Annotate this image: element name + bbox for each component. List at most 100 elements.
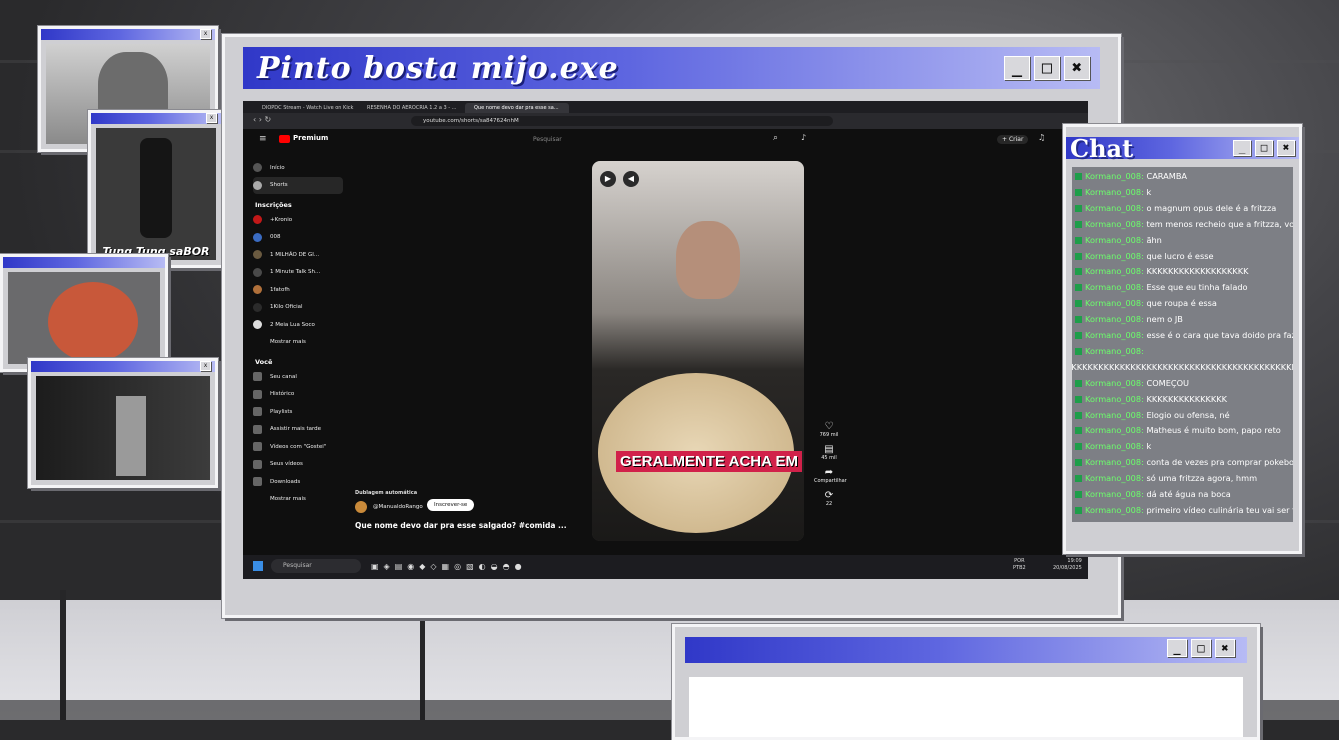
remix-icon[interactable]: ⟳	[814, 490, 844, 501]
browser-tab[interactable]: DIOPDC Stream - Watch Live on Kick	[253, 103, 357, 113]
subscription-item[interactable]: +Kronio	[253, 211, 343, 229]
chat-username[interactable]: Kormano_008:	[1085, 314, 1144, 324]
channel-name: 1Kilo Oficial	[270, 304, 303, 311]
play-icon[interactable]: ▶	[600, 171, 616, 187]
windows-start-icon[interactable]	[253, 561, 263, 571]
subscribe-button[interactable]: Inscrever-se	[427, 499, 475, 511]
share-icon[interactable]: ➦	[814, 467, 844, 478]
maximize-icon[interactable]: □	[1034, 56, 1060, 80]
cam-window-2[interactable]: x Tung Tung saBOR	[88, 110, 224, 268]
youtube-logo-text[interactable]: Premium	[293, 134, 328, 142]
you-label: Vídeos com "Gostei"	[270, 443, 327, 450]
back-icon[interactable]: ‹ › ↻	[253, 115, 271, 124]
subscription-item[interactable]: 008	[253, 229, 343, 247]
minimize-icon[interactable]: _	[1233, 140, 1251, 156]
channel-avatar	[253, 215, 262, 225]
chat-username[interactable]: Kormano_008:	[1085, 171, 1144, 181]
chat-username[interactable]: Kormano_008:	[1085, 330, 1144, 340]
chat-username[interactable]: Kormano_008:	[1085, 378, 1144, 388]
chat-text: esse é o cara que tava doido pra fazer l…	[1146, 330, 1293, 340]
taskbar-search[interactable]: Pesquisar	[271, 559, 361, 573]
you-item[interactable]: Histórico	[253, 386, 343, 404]
minimize-icon[interactable]: _	[1167, 639, 1187, 657]
chat-username[interactable]: Kormano_008:	[1085, 505, 1144, 515]
cam-window-3[interactable]	[0, 254, 168, 372]
chat-message: Kormano_008: só uma fritzza agora, hmm	[1075, 473, 1257, 483]
show-more-button[interactable]: Mostrar mais	[253, 334, 343, 352]
chat-username[interactable]: Kormano_008:	[1085, 187, 1144, 197]
volume-icon[interactable]: ◀	[623, 171, 639, 187]
nav-home[interactable]: Início	[253, 159, 343, 177]
titlebar[interactable]: Pinto bosta mijo.exe _ □ ✖	[243, 47, 1100, 89]
cam-window-4[interactable]: x	[28, 358, 218, 488]
search-icon[interactable]: ⌕	[773, 133, 778, 143]
chat-username[interactable]: Kormano_008:	[1085, 203, 1144, 213]
close-icon[interactable]: x	[206, 113, 217, 123]
address-bar[interactable]: youtube.com/shorts/sa847624nhM	[411, 116, 833, 126]
titlebar[interactable]	[31, 361, 215, 372]
close-icon[interactable]: ✖	[1277, 140, 1295, 156]
language-indicator[interactable]: POR PTB2	[1013, 558, 1026, 572]
you-header[interactable]: Você	[255, 358, 343, 366]
main-window[interactable]: Pinto bosta mijo.exe _ □ ✖ DIOPDC Stream…	[222, 34, 1121, 618]
chat-username[interactable]: Kormano_008:	[1085, 441, 1144, 451]
chat-username[interactable]: Kormano_008:	[1085, 298, 1144, 308]
browser-tab[interactable]: RESENHA DO AEROCRIA 1.2 a 3 - ...	[358, 103, 467, 113]
you-item[interactable]: Downloads	[253, 473, 343, 491]
chat-username[interactable]: Kormano_008:	[1085, 394, 1144, 404]
close-icon[interactable]: ✖	[1064, 56, 1090, 80]
search-input[interactable]: Pesquisar	[533, 136, 562, 143]
nav-shorts[interactable]: Shorts	[253, 176, 343, 194]
chat-username[interactable]: Kormano_008:	[1085, 251, 1144, 261]
chat-username[interactable]: Kormano_008:	[1085, 346, 1144, 356]
chat-window[interactable]: Chat _ □ ✖ Kormano_008: CARAMBA Kormano_0…	[1063, 124, 1302, 554]
close-icon[interactable]: ✖	[1215, 639, 1235, 657]
short-video-player[interactable]: ▶ ◀ GERALMENTE ACHA EM	[592, 161, 804, 541]
maximize-icon[interactable]: □	[1191, 639, 1211, 657]
close-icon[interactable]: x	[200, 29, 211, 39]
you-item[interactable]: Seu canal	[253, 368, 343, 386]
like-icon[interactable]: ♡	[814, 421, 844, 432]
subscription-item[interactable]: 1fatofh	[253, 281, 343, 299]
channel-handle[interactable]: @ManualdoRango	[373, 504, 423, 510]
subscriptions-header[interactable]: Inscrições	[255, 201, 343, 209]
you-item[interactable]: Playlists	[253, 403, 343, 421]
close-icon[interactable]: x	[200, 361, 211, 371]
youtube-logo-icon[interactable]	[279, 135, 290, 143]
taskbar-app-icons[interactable]: ▣◈▤◉◆◇▦◎▧◐◒◓●	[371, 562, 527, 571]
chat-username[interactable]: Kormano_008:	[1085, 473, 1144, 483]
subscription-item[interactable]: 2 Meia Lua Soco	[253, 316, 343, 334]
chat-username[interactable]: Kormano_008:	[1085, 235, 1144, 245]
subscription-item[interactable]: 1 MILHÃO DE GI...	[253, 246, 343, 264]
subscription-item[interactable]: 1 Minute Talk Sh...	[253, 264, 343, 282]
titlebar[interactable]	[685, 637, 1247, 663]
titlebar[interactable]	[3, 257, 165, 268]
chat-username[interactable]: Kormano_008:	[1085, 282, 1144, 292]
bell-icon[interactable]: ♫	[1038, 133, 1045, 142]
chat-username[interactable]: Kormano_008:	[1085, 425, 1144, 435]
menu-icon[interactable]: ≡	[259, 134, 267, 144]
clock[interactable]: 19:09 20/08/2025	[1053, 558, 1082, 572]
chat-username[interactable]: Kormano_008:	[1085, 457, 1144, 467]
titlebar[interactable]: Chat _ □ ✖	[1066, 134, 1299, 163]
maximize-icon[interactable]: □	[1255, 140, 1273, 156]
browser-tab-active[interactable]: Que nome devo dar pra esse sa...	[465, 103, 569, 113]
show-more-button[interactable]: Mostrar mais	[253, 491, 343, 509]
empty-window[interactable]: _ □ ✖	[672, 624, 1260, 740]
comment-icon[interactable]: ▤	[814, 444, 844, 455]
you-item[interactable]: Vídeos com "Gostei"	[253, 438, 343, 456]
channel-avatar[interactable]	[355, 501, 367, 513]
create-button[interactable]: + Criar	[997, 135, 1029, 144]
chat-username[interactable]: Kormano_008:	[1085, 489, 1144, 499]
mic-icon[interactable]: ♪	[801, 133, 806, 142]
chat-username[interactable]: Kormano_008:	[1085, 266, 1144, 276]
you-item[interactable]: Assistir mais tarde	[253, 421, 343, 439]
chat-username[interactable]: Kormano_008:	[1085, 219, 1144, 229]
chat-username[interactable]: Kormano_008:	[1085, 410, 1144, 420]
minimize-icon[interactable]: _	[1004, 56, 1030, 80]
subscription-item[interactable]: 1Kilo Oficial	[253, 299, 343, 317]
you-item[interactable]: Seus vídeos	[253, 456, 343, 474]
video-title[interactable]: Que nome devo dar pra esse salgado? #com…	[355, 521, 567, 530]
titlebar[interactable]	[41, 29, 215, 40]
titlebar[interactable]	[91, 113, 221, 124]
